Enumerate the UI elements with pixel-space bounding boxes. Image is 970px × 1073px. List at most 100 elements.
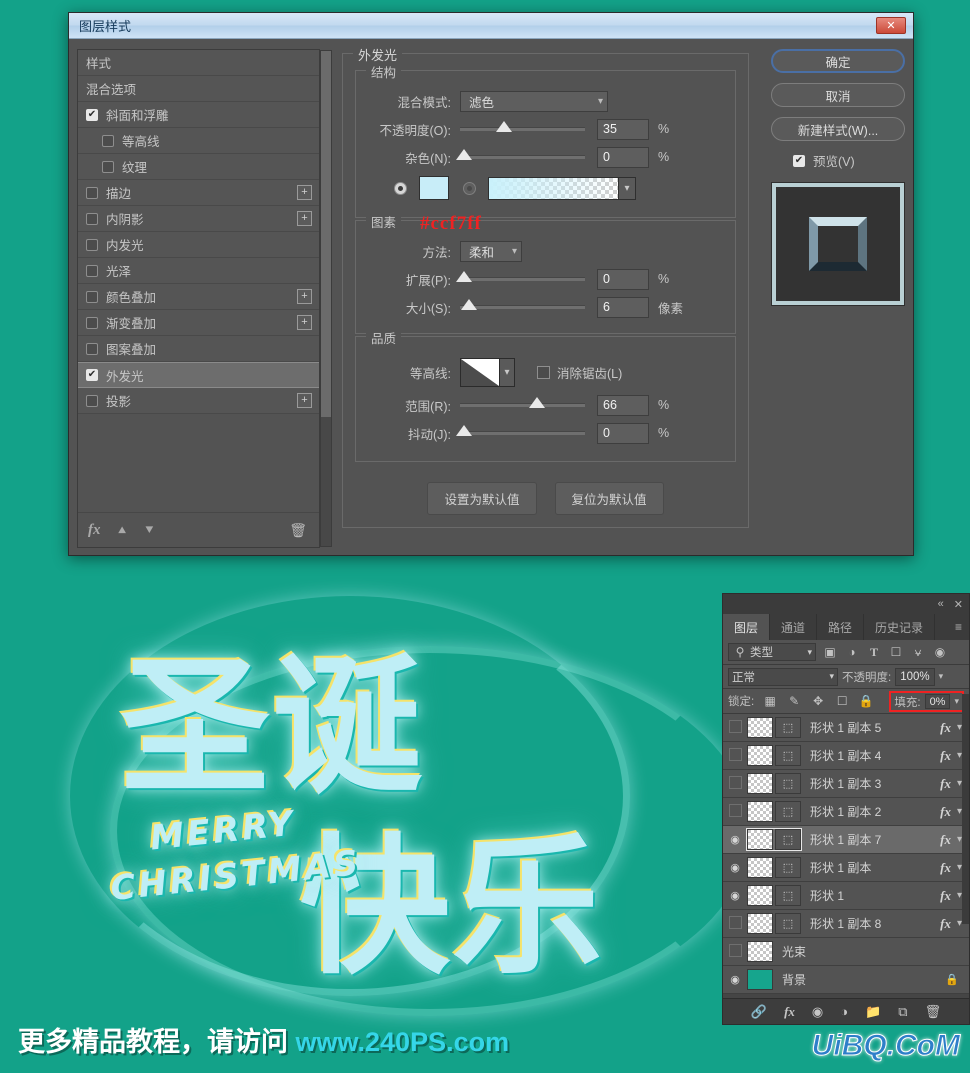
glow-gradient-picker[interactable]: ▾	[488, 176, 636, 200]
size-slider-thumb[interactable]	[461, 299, 477, 310]
layer-name[interactable]: 形状 1	[810, 887, 940, 904]
layer-vector-mask-icon[interactable]: ⬚	[775, 801, 801, 822]
style-row-5[interactable]: 描边 +	[78, 180, 319, 206]
layer-visibility-icon[interactable]	[723, 748, 747, 764]
style-row-4[interactable]: 纹理	[78, 154, 319, 180]
style-checkbox-3[interactable]	[102, 134, 114, 147]
layer-row[interactable]: 光束	[723, 938, 969, 966]
filter-kind-select[interactable]: ⚲ 类型 ▾	[728, 643, 816, 661]
mask-icon[interactable]: ◉	[812, 1004, 823, 1020]
panel-menu-icon[interactable]: ≡	[948, 614, 969, 640]
method-select[interactable]: 柔和 ▾	[460, 240, 522, 262]
add-effect-icon[interactable]: +	[297, 289, 312, 304]
layer-thumbnails[interactable]: ⬚	[747, 717, 801, 738]
size-input[interactable]: 6	[597, 296, 649, 318]
layer-row[interactable]: ⬚ 形状 1 副本 2 fx ▾	[723, 798, 969, 826]
style-checkbox-13[interactable]	[86, 394, 98, 407]
layer-thumbnails[interactable]: ⬚	[747, 913, 801, 934]
layer-row[interactable]: ⬚ 形状 1 副本 5 fx ▾	[723, 714, 969, 742]
layer-thumbnails[interactable]	[747, 941, 773, 962]
tab-0[interactable]: 图层	[723, 614, 771, 640]
antialias-checkbox[interactable]	[537, 365, 550, 379]
tab-1[interactable]: 通道	[770, 614, 818, 640]
collapse-icon[interactable]: «	[938, 598, 944, 610]
layer-row[interactable]: ⬚ 形状 1 副本 4 fx ▾	[723, 742, 969, 770]
ok-button[interactable]: 确定	[771, 49, 905, 73]
layer-name[interactable]: 形状 1 副本 8	[810, 915, 940, 932]
add-effect-icon[interactable]: +	[297, 393, 312, 408]
layer-visibility-icon[interactable]	[723, 916, 747, 932]
lock-all-icon[interactable]: 🔒	[858, 694, 874, 708]
add-effect-icon[interactable]: +	[297, 185, 312, 200]
layer-thumbnail-icon[interactable]	[747, 969, 773, 990]
style-checkbox-9[interactable]	[86, 290, 98, 303]
layer-vector-mask-icon[interactable]: ⬚	[775, 913, 801, 934]
style-checkbox-8[interactable]	[86, 264, 98, 277]
layer-thumbnails[interactable]: ⬚	[746, 828, 802, 851]
noise-slider-thumb[interactable]	[456, 149, 472, 160]
layer-vector-mask-icon[interactable]: ⬚	[775, 717, 801, 738]
reset-default-button[interactable]: 复位为默认值	[554, 482, 664, 515]
contour-swatch[interactable]	[460, 357, 500, 387]
chevron-down-icon[interactable]: ▾	[618, 177, 635, 199]
layer-name[interactable]: 背景	[782, 971, 945, 988]
adjustment-icon[interactable]: ◑	[840, 1004, 848, 1019]
fx-icon[interactable]: fx	[784, 1004, 795, 1020]
add-effect-icon[interactable]: +	[297, 211, 312, 226]
style-row-9[interactable]: 颜色叠加 +	[78, 284, 319, 310]
layer-visibility-icon[interactable]	[723, 776, 747, 792]
layer-fx-icon[interactable]: fx	[940, 776, 951, 792]
layer-row[interactable]: ◉ ⬚ 形状 1 副本 7 fx ▾	[723, 826, 969, 854]
layer-visibility-icon[interactable]	[723, 804, 747, 820]
trash-icon[interactable]: 🗑	[289, 522, 307, 539]
layer-visibility-icon[interactable]: ◉	[723, 973, 747, 986]
layer-fx-icon[interactable]: fx	[940, 720, 951, 736]
layer-name[interactable]: 形状 1 副本	[810, 859, 940, 876]
close-icon[interactable]: ✕	[876, 17, 906, 34]
layer-name[interactable]: 形状 1 副本 4	[810, 747, 940, 764]
chevron-down-icon[interactable]: ▾	[500, 357, 515, 387]
close-icon[interactable]: ✕	[954, 598, 963, 611]
noise-slider[interactable]	[456, 149, 585, 160]
style-row-7[interactable]: 内发光	[78, 232, 319, 258]
style-row-8[interactable]: 光泽	[78, 258, 319, 284]
blend-mode-select[interactable]: 滤色 ▾	[460, 90, 608, 112]
style-checkbox-6[interactable]	[86, 212, 98, 225]
noise-input[interactable]: 0	[597, 146, 649, 168]
layer-fx-icon[interactable]: fx	[940, 804, 951, 820]
spread-input[interactable]: 0	[597, 268, 649, 290]
layer-visibility-icon[interactable]: ◉	[723, 861, 747, 874]
tab-2[interactable]: 路径	[817, 614, 865, 640]
text-filter-icon[interactable]: T	[866, 645, 882, 660]
layer-visibility-icon[interactable]	[723, 944, 747, 960]
layer-name[interactable]: 形状 1 副本 3	[810, 775, 940, 792]
layer-thumbnail-icon[interactable]	[747, 801, 773, 822]
layer-thumbnails[interactable]: ⬚	[747, 857, 801, 878]
up-arrow-icon[interactable]: ⯅	[117, 522, 128, 539]
layer-name[interactable]: 形状 1 副本 7	[810, 831, 940, 848]
style-row-6[interactable]: 内阴影 +	[78, 206, 319, 232]
layer-vector-mask-icon[interactable]: ⬚	[775, 885, 801, 906]
layer-thumbnails[interactable]: ⬚	[747, 773, 801, 794]
style-row-12[interactable]: 外发光	[78, 362, 319, 388]
jitter-slider[interactable]	[456, 425, 585, 436]
style-checkbox-10[interactable]	[86, 316, 98, 329]
layer-thumbnail-icon[interactable]	[747, 829, 773, 850]
add-effect-icon[interactable]: +	[297, 315, 312, 330]
layers-scrollbar[interactable]	[962, 694, 969, 924]
layer-row[interactable]: ◉ 背景 🔒	[723, 966, 969, 994]
new-style-button[interactable]: 新建样式(W)...	[771, 117, 905, 141]
style-row-2[interactable]: 斜面和浮雕	[78, 102, 319, 128]
layer-fx-icon[interactable]: fx	[940, 832, 951, 848]
spread-slider[interactable]	[456, 271, 585, 282]
style-row-10[interactable]: 渐变叠加 +	[78, 310, 319, 336]
style-row-13[interactable]: 投影 +	[78, 388, 319, 414]
size-slider[interactable]	[460, 299, 585, 310]
range-input[interactable]: 66	[597, 394, 649, 416]
layer-row[interactable]: ◉ ⬚ 形状 1 副本 fx ▾	[723, 854, 969, 882]
layer-blend-mode-select[interactable]: 正常 ▾	[728, 667, 838, 686]
spread-slider-thumb[interactable]	[456, 271, 472, 282]
chevron-down-icon[interactable]: ▾	[954, 696, 959, 707]
layer-name[interactable]: 形状 1 副本 5	[810, 719, 940, 736]
jitter-input[interactable]: 0	[597, 422, 649, 444]
